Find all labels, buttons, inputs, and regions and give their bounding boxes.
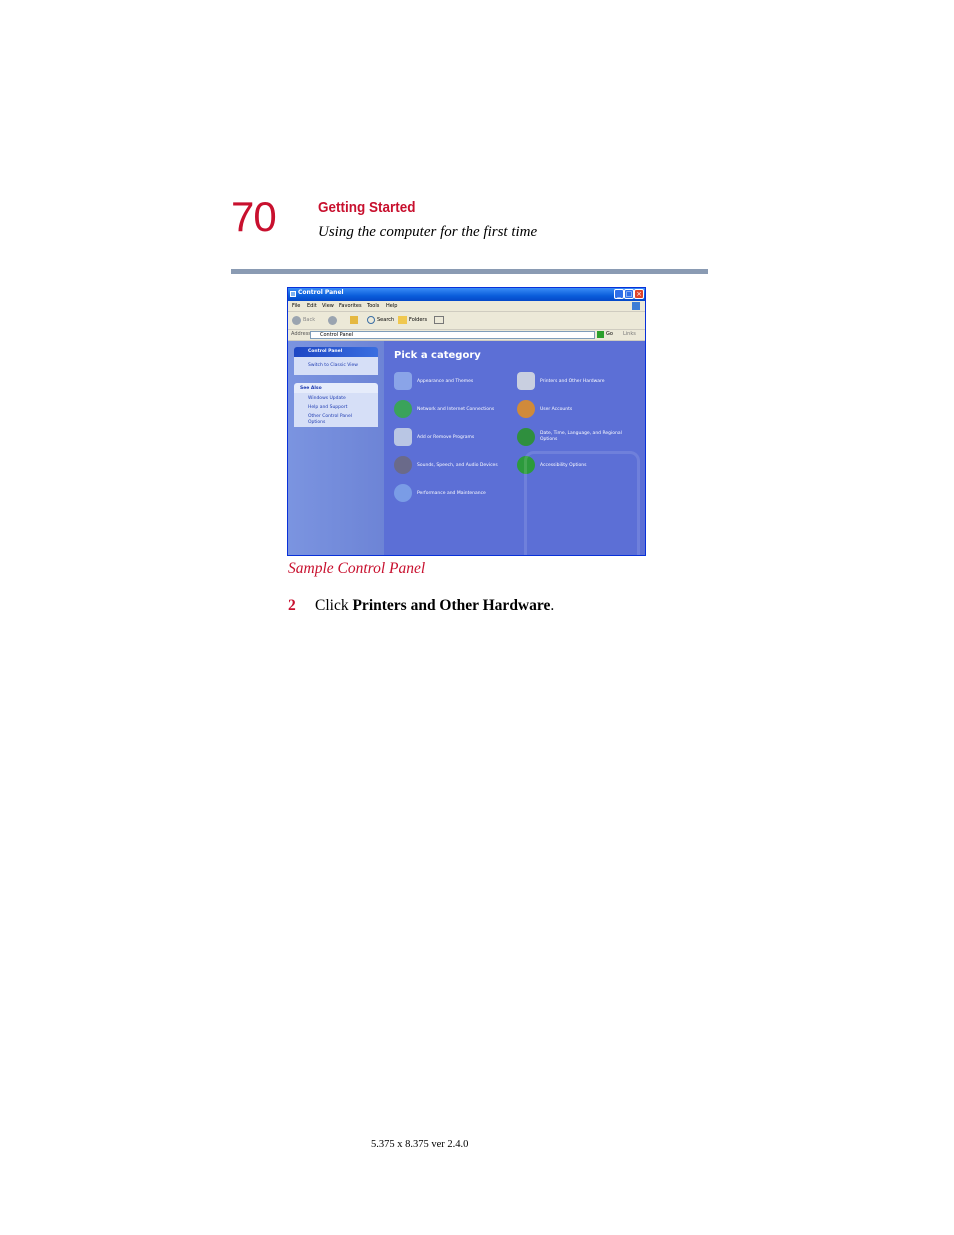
window-title: Control Panel — [298, 289, 344, 296]
chapter-title: Getting Started — [318, 199, 416, 216]
category-appearance[interactable]: Appearance and Themes — [417, 379, 473, 384]
windows-logo-icon — [632, 302, 640, 310]
minimize-icon[interactable]: _ — [614, 289, 624, 299]
other-options-link-2[interactable]: Options — [308, 420, 325, 425]
control-panel-header: Control Panel — [294, 347, 378, 357]
menu-tools[interactable]: Tools — [367, 303, 379, 309]
user-accounts-icon[interactable] — [517, 400, 535, 418]
see-also-body: Windows Update Help and Support Other Co… — [294, 393, 378, 427]
category-performance[interactable]: Performance and Maintenance — [417, 491, 486, 496]
step-number: 2 — [288, 597, 296, 614]
control-panel-body: Switch to Classic View — [294, 357, 378, 375]
up-folder-icon[interactable] — [350, 316, 358, 324]
address-bar: Address Control Panel Go Links — [288, 330, 645, 341]
page-number: 70 — [231, 193, 277, 240]
back-label[interactable]: Back — [303, 317, 315, 323]
menu-edit[interactable]: Edit — [307, 303, 317, 309]
toolbar: Back Search Folders — [288, 312, 645, 330]
category-pane: Pick a category Appearance and Themes Pr… — [384, 341, 645, 555]
header-rule — [231, 269, 708, 274]
section-title: Using the computer for the first time — [318, 224, 538, 240]
panel-title: Control Panel — [308, 349, 343, 354]
sounds-icon[interactable] — [394, 456, 412, 474]
switch-classic-view-link[interactable]: Switch to Classic View — [308, 363, 358, 368]
views-icon[interactable] — [434, 316, 444, 324]
step-bold: Printers and Other Hardware — [352, 597, 551, 614]
address-label: Address — [291, 331, 311, 337]
forward-icon[interactable] — [328, 316, 337, 325]
windows-update-link[interactable]: Windows Update — [308, 396, 346, 401]
step-suffix: . — [550, 597, 555, 614]
pick-category-title: Pick a category — [394, 350, 481, 361]
category-sounds[interactable]: Sounds, Speech, and Audio Devices — [417, 463, 498, 468]
see-also-header: See Also — [294, 383, 378, 393]
performance-icon[interactable] — [394, 484, 412, 502]
watermark-checkbox — [524, 451, 640, 555]
category-date-time-2[interactable]: Options — [540, 437, 557, 442]
menu-bar: File Edit View Favorites Tools Help — [288, 301, 645, 312]
figure-caption: Sample Control Panel — [288, 560, 426, 577]
menu-view[interactable]: View — [322, 303, 334, 309]
search-label[interactable]: Search — [377, 317, 394, 323]
task-pane: Control Panel Switch to Classic View See… — [288, 341, 384, 555]
go-label[interactable]: Go — [606, 331, 613, 337]
category-add-remove[interactable]: Add or Remove Programs — [417, 435, 474, 440]
folders-label[interactable]: Folders — [409, 317, 427, 323]
other-options-link[interactable]: Other Control Panel — [308, 414, 352, 419]
close-icon[interactable]: × — [634, 289, 644, 299]
category-date-time[interactable]: Date, Time, Language, and Regional — [540, 431, 622, 436]
see-also-title: See Also — [300, 386, 322, 391]
date-time-icon[interactable] — [517, 428, 535, 446]
help-support-link[interactable]: Help and Support — [308, 405, 347, 410]
go-icon[interactable] — [597, 331, 604, 338]
menu-file[interactable]: File — [292, 303, 300, 309]
network-icon[interactable] — [394, 400, 412, 418]
category-user-accounts[interactable]: User Accounts — [540, 407, 572, 412]
step-prefix: Click — [315, 597, 353, 614]
control-panel-screenshot: Control Panel _ □ × File Edit View Favor… — [287, 287, 646, 556]
folders-icon[interactable] — [398, 316, 407, 324]
appearance-icon[interactable] — [394, 372, 412, 390]
window-titlebar: Control Panel _ □ × — [288, 288, 645, 301]
address-input[interactable]: Control Panel — [310, 331, 595, 339]
page-footer: 5.375 x 8.375 ver 2.4.0 — [371, 1139, 469, 1150]
printer-icon[interactable] — [517, 372, 535, 390]
menu-favorites[interactable]: Favorites — [339, 303, 362, 309]
category-printers[interactable]: Printers and Other Hardware — [540, 379, 605, 384]
back-icon[interactable] — [292, 316, 301, 325]
control-panel-icon — [290, 291, 296, 297]
category-network[interactable]: Network and Internet Connections — [417, 407, 494, 412]
links-label[interactable]: Links — [623, 331, 636, 337]
add-remove-icon[interactable] — [394, 428, 412, 446]
address-value: Control Panel — [320, 332, 354, 338]
maximize-icon[interactable]: □ — [624, 289, 634, 299]
menu-help[interactable]: Help — [386, 303, 397, 309]
search-icon[interactable] — [367, 316, 375, 324]
step-text: Click Printers and Other Hardware. — [315, 597, 554, 615]
